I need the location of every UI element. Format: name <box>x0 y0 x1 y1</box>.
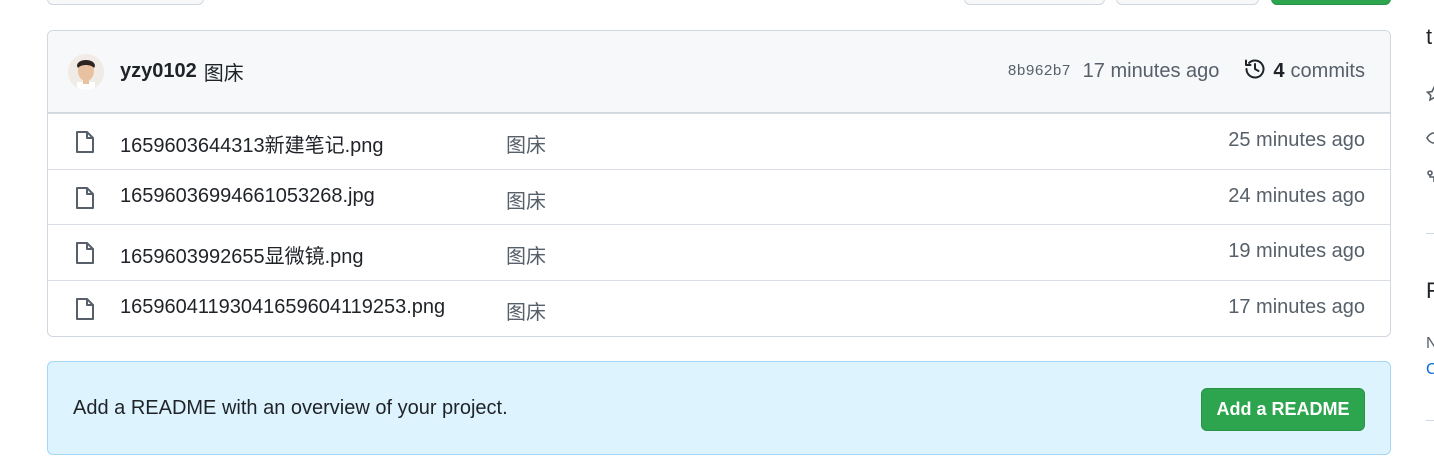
fork-icon <box>1426 170 1434 191</box>
commit-sha-link[interactable]: 8b962b7 <box>1008 63 1071 80</box>
file-name-link[interactable]: 16596041193041659604119253.png <box>120 296 445 319</box>
file-commit-message-link[interactable]: 图床 <box>506 240 546 269</box>
file-row: 16596036994661053268.jpg 图床 24 minutes a… <box>48 168 1390 225</box>
file-commit-message-link[interactable]: 图床 <box>506 129 546 158</box>
file-commit-time: 17 minutes ago <box>1228 295 1365 318</box>
sidebar-divider <box>1426 420 1434 421</box>
readme-prompt: Add a README with an overview of your pr… <box>47 361 1391 455</box>
go-to-file-button[interactable] <box>964 0 1105 5</box>
history-icon <box>1243 57 1267 87</box>
file-icon <box>74 186 96 215</box>
about-heading-fragment: t <box>1426 24 1433 49</box>
file-name-link[interactable]: 1659603644313新建笔记.png <box>120 129 384 158</box>
latest-commit-header: yzy0102 图床 8b962b7 17 minutes ago 4 comm… <box>48 31 1390 113</box>
file-row: 1659603992655显微镜.png 图床 19 minutes ago <box>48 224 1390 280</box>
commit-count-label: commits <box>1290 60 1365 82</box>
file-commit-time: 24 minutes ago <box>1228 184 1365 207</box>
readme-prompt-text: Add a README with an overview of your pr… <box>73 397 508 419</box>
star-icon <box>1426 85 1434 107</box>
commit-count: 4 <box>1273 60 1285 82</box>
code-button[interactable] <box>1271 0 1391 5</box>
add-readme-button[interactable]: Add a README <box>1201 388 1365 431</box>
eye-icon <box>1426 130 1434 151</box>
file-row: 1659603644313新建笔记.png 图床 25 minutes ago <box>48 113 1390 169</box>
file-icon <box>74 130 96 159</box>
commit-history-link[interactable]: 4 commits <box>1243 57 1365 87</box>
sidebar-text-fragment: N <box>1426 335 1434 352</box>
file-name-link[interactable]: 1659603992655显微镜.png <box>120 240 364 269</box>
file-name-link[interactable]: 16596036994661053268.jpg <box>120 185 375 208</box>
avatar[interactable] <box>68 53 104 90</box>
file-commit-time: 25 minutes ago <box>1228 129 1365 151</box>
about-sidebar: t F N C <box>1426 0 1434 461</box>
file-commit-message-link[interactable]: 图床 <box>506 296 546 325</box>
file-row: 16596041193041659604119253.png 图床 17 min… <box>48 279 1390 336</box>
file-icon <box>74 297 96 326</box>
file-listing: yzy0102 图床 8b962b7 17 minutes ago 4 comm… <box>47 30 1391 337</box>
sidebar-link-fragment[interactable]: C <box>1426 361 1434 379</box>
file-commit-message-link[interactable]: 图床 <box>506 185 546 214</box>
commit-message-link[interactable]: 图床 <box>204 57 244 86</box>
add-file-button[interactable] <box>1116 0 1259 5</box>
commit-time: 17 minutes ago <box>1082 60 1220 82</box>
file-commit-time: 19 minutes ago <box>1228 240 1365 262</box>
branch-select-button[interactable] <box>47 0 204 5</box>
file-icon <box>74 241 96 270</box>
sidebar-section-heading-fragment: F <box>1426 278 1434 303</box>
commit-author-link[interactable]: yzy0102 <box>120 60 197 83</box>
sidebar-divider <box>1426 233 1434 234</box>
